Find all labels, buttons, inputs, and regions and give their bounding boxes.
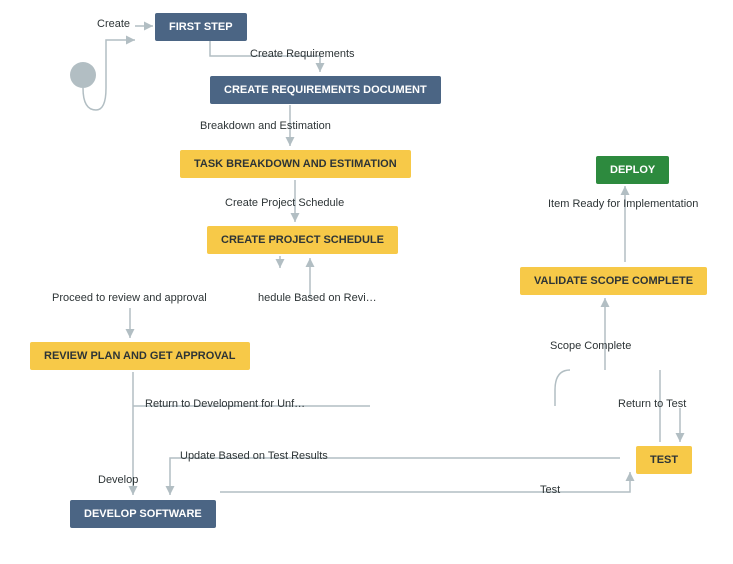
edge-label-create-requirements: Create Requirements (250, 48, 355, 60)
start-node (70, 62, 96, 88)
edge-label-create-schedule: Create Project Schedule (225, 197, 344, 209)
edge-label-create: Create (97, 18, 130, 30)
node-deploy[interactable]: DEPLOY (596, 156, 669, 184)
edge-label-develop: Develop (98, 474, 138, 486)
node-develop-software[interactable]: DEVELOP SOFTWARE (70, 500, 216, 528)
edge-label-item-ready: Item Ready for Implementation (548, 198, 698, 210)
edge-label-test: Test (540, 484, 560, 496)
edge-label-update-test: Update Based on Test Results (180, 450, 328, 462)
edge-label-scope-complete: Scope Complete (550, 340, 631, 352)
node-validate-scope[interactable]: VALIDATE SCOPE COMPLETE (520, 267, 707, 295)
edge-label-return-test: Return to Test (618, 398, 686, 410)
node-first-step[interactable]: FIRST STEP (155, 13, 247, 41)
node-create-schedule[interactable]: CREATE PROJECT SCHEDULE (207, 226, 398, 254)
node-create-req-doc[interactable]: CREATE REQUIREMENTS DOCUMENT (210, 76, 441, 104)
edge-label-proceed-review: Proceed to review and approval (52, 292, 207, 304)
edge-label-schedule-review: hedule Based on Revi… (258, 292, 377, 304)
edge-label-breakdown: Breakdown and Estimation (200, 120, 331, 132)
node-test[interactable]: TEST (636, 446, 692, 474)
node-task-breakdown[interactable]: TASK BREAKDOWN AND ESTIMATION (180, 150, 411, 178)
node-review-plan[interactable]: REVIEW PLAN AND GET APPROVAL (30, 342, 250, 370)
edge-label-return-dev: Return to Development for Unf… (145, 398, 305, 410)
